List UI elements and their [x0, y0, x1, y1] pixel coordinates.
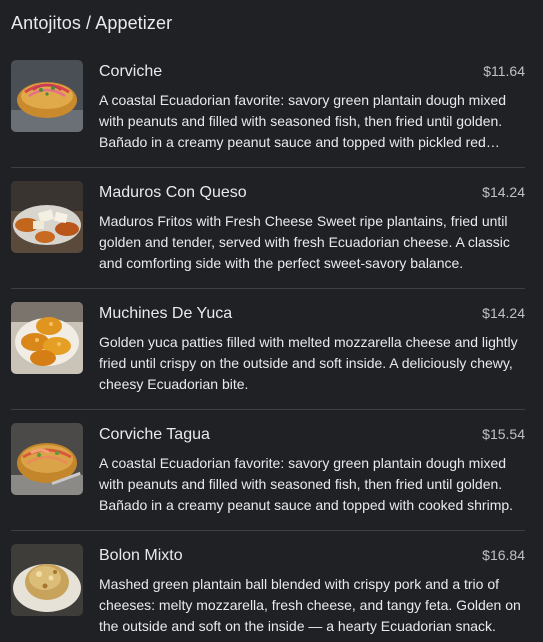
item-name: Corviche	[99, 63, 163, 80]
muchines-photo-icon[interactable]	[11, 302, 83, 374]
menu-page: Antojitos / Appetizer Corviche $11.64 A …	[0, 0, 543, 642]
item-description: Golden yuca patties filled with melted m…	[99, 334, 518, 392]
item-name: Corviche Tagua	[99, 426, 210, 443]
menu-item-muchines-de-yuca[interactable]: Muchines De Yuca $14.24 Golden yuca patt…	[11, 289, 525, 410]
maduros-photo-icon[interactable]	[11, 181, 83, 253]
item-name: Bolon Mixto	[99, 547, 183, 564]
item-price: $15.54	[482, 426, 525, 442]
item-name: Maduros Con Queso	[99, 184, 247, 201]
menu-item-bolon-mixto[interactable]: Bolon Mixto $16.84 Mashed green plantain…	[11, 531, 525, 642]
menu-item-corviche-tagua[interactable]: Corviche Tagua $15.54 A coastal Ecuadori…	[11, 410, 525, 531]
item-price: $14.24	[482, 305, 525, 321]
corviche-tagua-photo-icon[interactable]	[11, 423, 83, 495]
item-description: A coastal Ecuadorian favorite: savory gr…	[99, 455, 514, 513]
item-price: $11.64	[483, 63, 525, 79]
item-description: Maduros Fritos with Fresh Cheese Sweet r…	[99, 213, 510, 271]
menu-item-maduros-con-queso[interactable]: Maduros Con Queso $14.24 Maduros Fritos …	[11, 168, 525, 289]
item-price: $14.24	[482, 184, 525, 200]
corviche-photo-icon[interactable]	[11, 60, 83, 132]
menu-list: Corviche $11.64 A coastal Ecuadorian fav…	[11, 47, 525, 642]
item-name: Muchines De Yuca	[99, 305, 233, 322]
item-description: A coastal Ecuadorian favorite: savory gr…	[99, 92, 507, 150]
menu-item-corviche[interactable]: Corviche $11.64 A coastal Ecuadorian fav…	[11, 47, 525, 168]
bolon-photo-icon[interactable]	[11, 544, 83, 616]
item-description: Mashed green plantain ball blended with …	[99, 576, 521, 634]
section-title: Antojitos / Appetizer	[11, 13, 173, 33]
item-price: $16.84	[482, 547, 525, 563]
